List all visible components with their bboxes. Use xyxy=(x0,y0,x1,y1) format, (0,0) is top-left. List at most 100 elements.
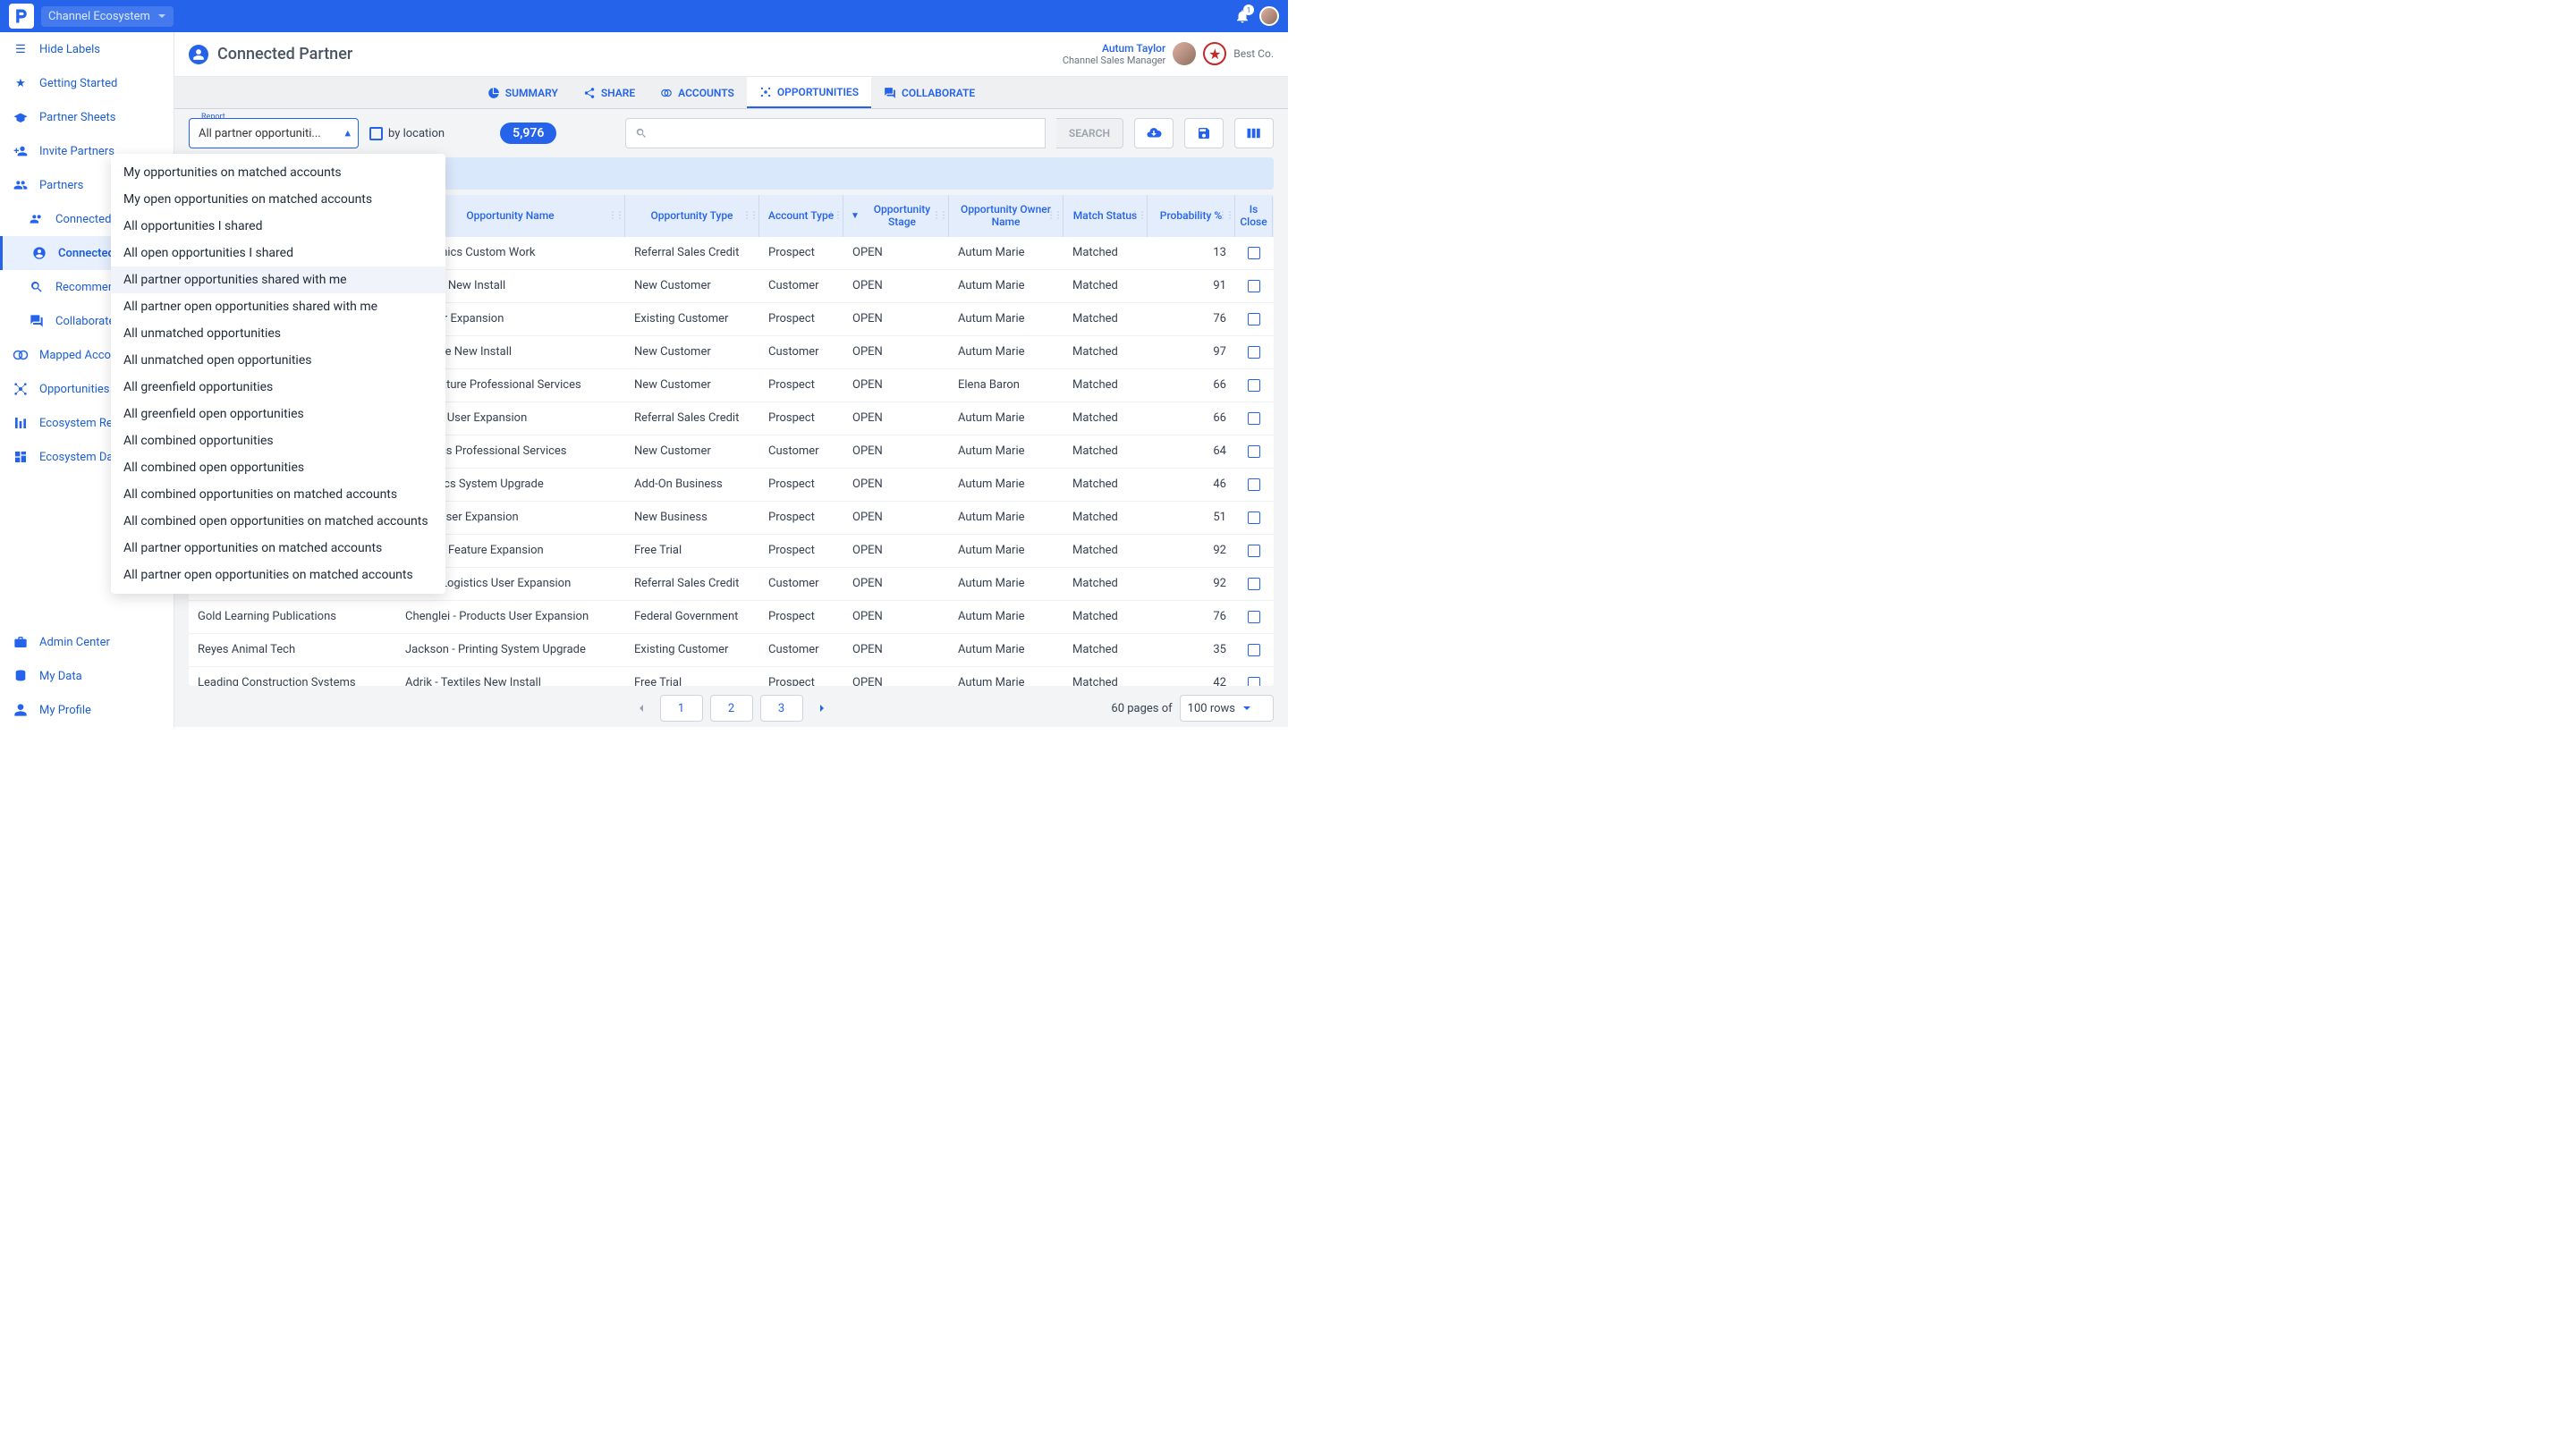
chevron-left-icon xyxy=(637,704,646,713)
star-icon: ★ xyxy=(13,75,29,91)
company-badge: ★ xyxy=(1203,42,1226,65)
sidebar-partner-sheets[interactable]: Partner Sheets xyxy=(0,100,174,134)
database-icon xyxy=(13,668,29,684)
col-owner-name[interactable]: Opportunity Owner Name⋮⋮ xyxy=(949,195,1063,237)
tabs: SUMMARY SHARE ACCOUNTS OPPORTUNITIES COL… xyxy=(174,77,1288,109)
page-3-button[interactable]: 3 xyxy=(760,695,803,722)
company-name: Best Co. xyxy=(1233,47,1274,60)
save-icon xyxy=(1197,126,1211,140)
chevron-up-icon: ▴ xyxy=(344,127,351,140)
save-button[interactable] xyxy=(1184,118,1224,148)
search-button[interactable]: SEARCH xyxy=(1056,118,1123,148)
channel-label: Channel Ecosystem xyxy=(48,10,150,23)
col-opportunity-stage[interactable]: ▼Opportunity Stage⋮⋮ xyxy=(843,195,949,237)
columns-button[interactable] xyxy=(1234,118,1274,148)
checkbox-icon xyxy=(1248,247,1260,259)
checkbox-icon xyxy=(1248,511,1260,524)
dropdown-item[interactable]: All unmatched opportunities xyxy=(111,320,445,347)
checkbox-icon xyxy=(1248,611,1260,623)
table-row[interactable]: Leading Construction SystemsAdrik - Text… xyxy=(189,667,1274,686)
dropdown-item[interactable]: All combined opportunities xyxy=(111,427,445,454)
checkbox-icon xyxy=(1248,677,1260,686)
prev-page-button[interactable] xyxy=(630,695,653,722)
dropdown-item[interactable]: All partner open opportunities shared wi… xyxy=(111,293,445,320)
search-icon xyxy=(635,127,648,139)
dropdown-item[interactable]: All greenfield opportunities xyxy=(111,374,445,401)
checkbox-icon xyxy=(1248,478,1260,491)
sidebar-hide-labels[interactable]: ☰Hide Labels xyxy=(0,32,174,66)
user-avatar[interactable] xyxy=(1259,6,1279,26)
user-avatar[interactable] xyxy=(1173,42,1196,65)
page-info: 60 pages of xyxy=(1111,702,1172,715)
bar-chart-icon xyxy=(13,415,29,431)
tab-opportunities[interactable]: OPPORTUNITIES xyxy=(747,77,871,108)
dropdown-item[interactable]: All partner opportunities on matched acc… xyxy=(111,535,445,562)
notification-bell-icon[interactable]: 1 xyxy=(1234,8,1250,24)
dropdown-item[interactable]: All opportunities I shared xyxy=(111,213,445,240)
network-icon xyxy=(759,86,772,98)
checkbox-icon xyxy=(1248,412,1260,425)
dropdown-item[interactable]: All greenfield open opportunities xyxy=(111,401,445,427)
tab-share[interactable]: SHARE xyxy=(571,77,648,108)
pagination: 1 2 3 60 pages of 100 rows xyxy=(189,689,1274,727)
dropdown-item[interactable]: My open opportunities on matched account… xyxy=(111,186,445,213)
checkbox-icon xyxy=(1248,644,1260,656)
sidebar-admin-center[interactable]: Admin Center xyxy=(0,625,174,659)
table-row[interactable]: Reyes Animal TechJackson - Printing Syst… xyxy=(189,634,1274,667)
sort-desc-icon: ▼ xyxy=(851,211,860,221)
menu-icon: ☰ xyxy=(13,41,29,57)
venn-icon xyxy=(660,87,673,99)
report-dropdown[interactable]: All partner opportuniti... ▴ xyxy=(189,118,359,148)
venn-icon xyxy=(13,347,29,363)
download-button[interactable] xyxy=(1134,118,1174,148)
checkbox-icon xyxy=(1248,346,1260,359)
search-person-icon xyxy=(29,279,45,295)
dropdown-item[interactable]: My opportunities on matched accounts xyxy=(111,159,445,186)
by-location-checkbox[interactable]: by location xyxy=(369,127,445,140)
dashboard-icon xyxy=(13,449,29,465)
next-page-button[interactable] xyxy=(810,695,834,722)
dropdown-item[interactable]: All combined open opportunities on match… xyxy=(111,508,445,535)
dropdown-item[interactable]: All open opportunities I shared xyxy=(111,240,445,266)
app-logo[interactable] xyxy=(9,4,34,29)
dropdown-item[interactable]: All combined opportunities on matched ac… xyxy=(111,481,445,508)
tab-accounts[interactable]: ACCOUNTS xyxy=(648,77,747,108)
page-2-button[interactable]: 2 xyxy=(710,695,753,722)
page-1-button[interactable]: 1 xyxy=(660,695,703,722)
sidebar-my-profile[interactable]: My Profile xyxy=(0,693,174,727)
record-count: 5,976 xyxy=(500,123,556,144)
sidebar-my-data[interactable]: My Data xyxy=(0,659,174,693)
col-match-status[interactable]: Match Status⋮⋮ xyxy=(1063,195,1148,237)
topbar: Channel Ecosystem 1 xyxy=(0,0,1288,32)
dropdown-item[interactable]: All unmatched open opportunities xyxy=(111,347,445,374)
col-opportunity-type[interactable]: Opportunity Type⋮⋮ xyxy=(625,195,759,237)
sidebar-getting-started[interactable]: ★Getting Started xyxy=(0,66,174,100)
cloud-download-icon xyxy=(1146,125,1162,141)
people-icon xyxy=(13,177,29,193)
dropdown-item[interactable]: All partner opportunities shared with me xyxy=(111,266,445,293)
report-dropdown-menu[interactable]: My opportunities on matched accountsMy o… xyxy=(111,154,445,594)
share-icon xyxy=(583,87,596,99)
tab-collaborate[interactable]: COLLABORATE xyxy=(871,77,987,108)
checkbox-icon xyxy=(369,127,383,140)
table-row[interactable]: Gold Learning PublicationsChenglei - Pro… xyxy=(189,601,1274,634)
checkbox-icon xyxy=(1248,578,1260,590)
chat-icon xyxy=(29,313,45,329)
col-account-type[interactable]: Account Type⋮⋮ xyxy=(759,195,843,237)
chevron-down-icon xyxy=(157,12,166,21)
search-input[interactable] xyxy=(625,118,1046,148)
person-icon xyxy=(13,702,29,718)
dropdown-item[interactable]: All partner open opportunities on matche… xyxy=(111,562,445,588)
channel-selector[interactable]: Channel Ecosystem xyxy=(41,6,174,27)
page-header: Connected Partner Autum Taylor Channel S… xyxy=(174,32,1288,77)
person-circle-icon xyxy=(31,245,47,261)
user-info: Autum Taylor Channel Sales Manager xyxy=(1063,42,1165,67)
checkbox-icon xyxy=(1248,545,1260,557)
person-circle-icon xyxy=(189,45,208,64)
tab-summary[interactable]: SUMMARY xyxy=(475,77,571,108)
dropdown-item[interactable]: All combined open opportunities xyxy=(111,454,445,481)
col-probability[interactable]: Probability %⋮⋮ xyxy=(1148,195,1235,237)
chevron-right-icon xyxy=(818,704,826,713)
rows-per-page-select[interactable]: 100 rows xyxy=(1180,695,1274,722)
col-is-closed[interactable]: Is Close xyxy=(1235,195,1273,237)
